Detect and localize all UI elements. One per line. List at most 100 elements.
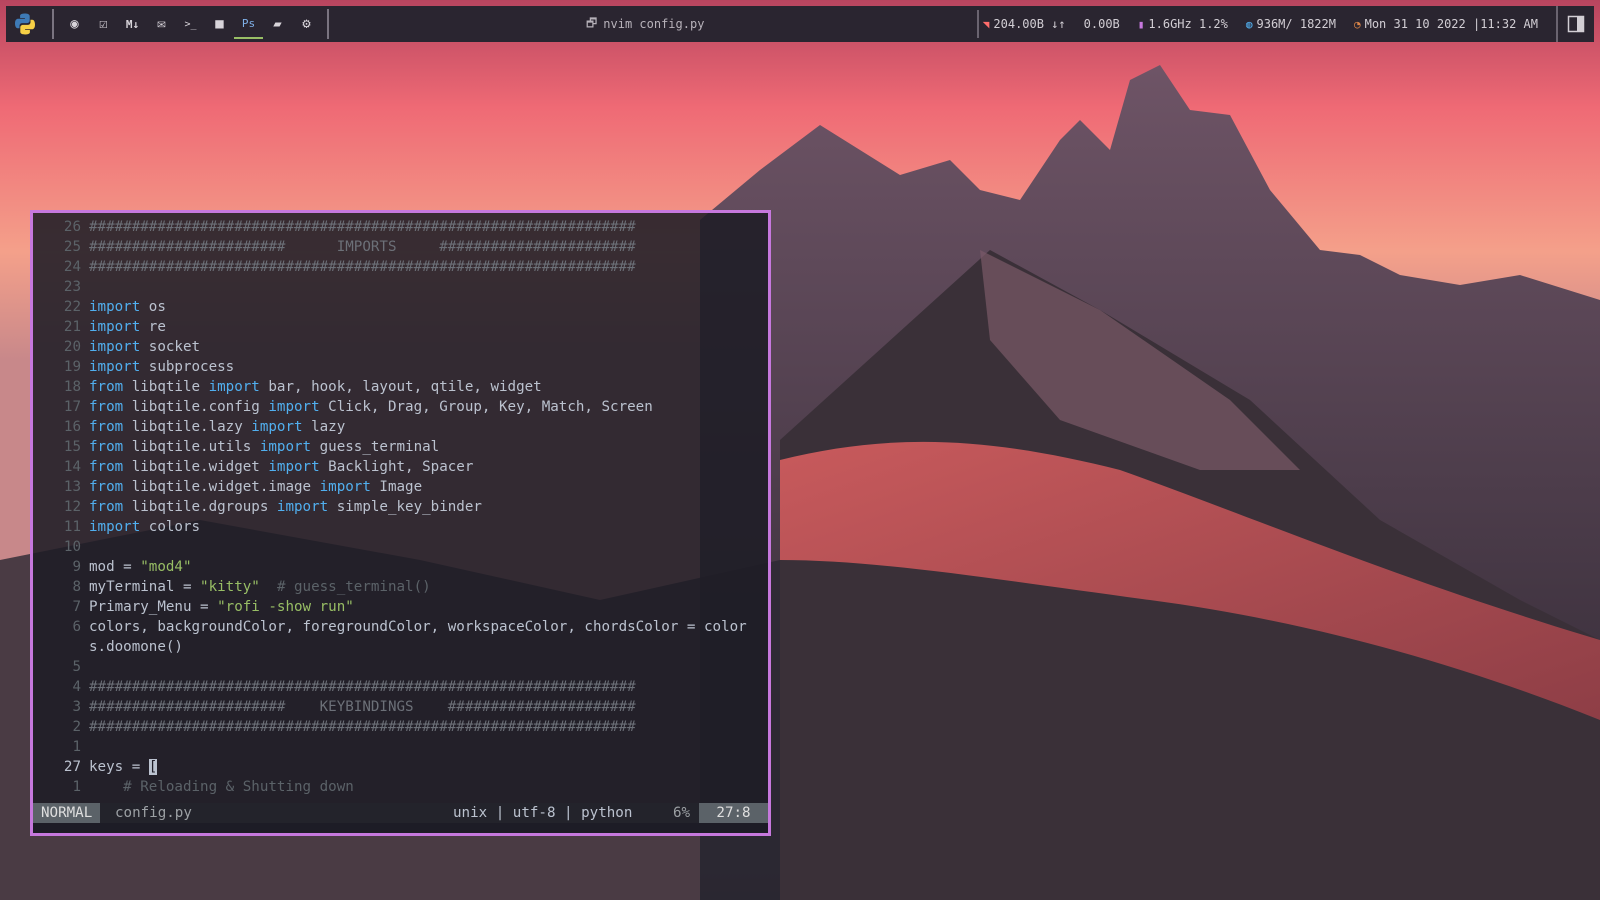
code-line[interactable]: 24 ######################################… — [33, 257, 768, 277]
bar-separator — [327, 9, 329, 39]
code-token: os — [140, 299, 166, 315]
code-line[interactable]: 22 import os — [33, 297, 768, 317]
code-line[interactable]: 2 #######################################… — [33, 717, 768, 737]
code-token: libqtile.config — [123, 399, 269, 415]
code-line[interactable]: 16 from libqtile.lazy import lazy — [33, 417, 768, 437]
code-token: from — [89, 459, 124, 475]
code-line[interactable]: 1 # Reloading & Shutting down — [33, 777, 768, 797]
settings-icon[interactable]: ⚙ — [292, 9, 321, 39]
code-line[interactable]: 25 ####################### IMPORTS ######… — [33, 237, 768, 257]
code-token: ########################################… — [89, 219, 636, 235]
code-line[interactable]: 3 ####################### KEYBINDINGS ###… — [33, 697, 768, 717]
code-token: libqtile.dgroups — [123, 499, 277, 515]
line-number: 9 — [72, 559, 81, 575]
terminal-icon[interactable]: >_ — [176, 9, 205, 39]
code-line[interactable]: 1 — [33, 737, 768, 757]
editor-buffer[interactable]: 26 ######################################… — [33, 217, 768, 797]
cursor-position: 27:8 — [699, 803, 768, 823]
line-number: 6 — [72, 619, 81, 635]
command-line[interactable] — [33, 823, 768, 833]
markdown-icon[interactable]: M↓ — [118, 9, 147, 39]
code-line[interactable]: 11 import colors — [33, 517, 768, 537]
code-line[interactable]: 20 import socket — [33, 337, 768, 357]
code-line[interactable]: 5 — [33, 657, 768, 677]
line-number: 11 — [63, 519, 81, 535]
code-token: import — [268, 459, 320, 475]
window-title[interactable]: 🗗 nvim config.py — [586, 6, 704, 42]
mail-icon[interactable]: ✉ — [147, 9, 176, 39]
code-token: import — [251, 419, 303, 435]
line-number: 5 — [72, 659, 81, 675]
code-line[interactable]: 27 keys = [ — [33, 757, 768, 777]
code-token: Primary_Menu = — [89, 599, 218, 615]
code-token: import — [89, 319, 141, 335]
code-line[interactable]: 23 — [33, 277, 768, 297]
python-logo-icon[interactable] — [10, 9, 40, 39]
photoshop-icon[interactable]: Ps — [234, 9, 263, 39]
line-number: 24 — [63, 259, 81, 275]
folder-icon[interactable]: ▰ — [263, 9, 292, 39]
code-token: keys = — [89, 759, 149, 775]
wifi-icon: ◥ — [982, 17, 990, 31]
code-token: "mod4" — [140, 559, 192, 575]
code-token: lazy — [302, 419, 346, 435]
code-line[interactable]: 9 mod = "mod4" — [33, 557, 768, 577]
line-number: 19 — [63, 359, 81, 375]
code-token: ####################### KEYBINDINGS ####… — [89, 699, 636, 715]
code-line[interactable]: 19 import subprocess — [33, 357, 768, 377]
line-number: 7 — [72, 599, 81, 615]
code-line[interactable]: s.doomone() — [33, 637, 768, 657]
code-token: colors — [140, 519, 201, 535]
code-token: libqtile.widget.image — [123, 479, 320, 495]
line-number: 13 — [63, 479, 81, 495]
code-line[interactable]: 21 import re — [33, 317, 768, 337]
line-number: 26 — [63, 219, 81, 235]
code-line[interactable]: 14 from libqtile.widget import Backlight,… — [33, 457, 768, 477]
terminal-window[interactable]: 26 ######################################… — [30, 210, 771, 836]
code-line[interactable]: 15 from libqtile.utils import guess_termi… — [33, 437, 768, 457]
code-line[interactable]: 6 colors, backgroundColor, foregroundColo… — [33, 617, 768, 637]
code-line[interactable]: 17 from libqtile.config import Click, Dra… — [33, 397, 768, 417]
launcher-group: ◉ ☑ M↓ ✉ >_ ■ Ps ▰ ⚙ — [6, 6, 335, 42]
line-number: 27 — [63, 759, 81, 775]
code-token: # Reloading & Shutting down — [123, 779, 354, 795]
tasks-icon[interactable]: ☑ — [89, 9, 118, 39]
code-token: libqtile.widget — [123, 459, 269, 475]
line-number: 10 — [63, 539, 81, 555]
code-token: import — [276, 499, 329, 515]
bar-separator — [52, 9, 54, 39]
firefox-icon[interactable]: ◉ — [60, 9, 89, 39]
code-line[interactable]: 13 from libqtile.widget.image import Imag… — [33, 477, 768, 497]
code-token: ########################################… — [89, 679, 636, 695]
code-line[interactable]: 10 — [33, 537, 768, 557]
cpu-icon: ▮ — [1137, 17, 1145, 31]
line-number: 21 — [63, 319, 81, 335]
code-token: re — [140, 319, 166, 335]
code-line[interactable]: 7 Primary_Menu = "rofi -show run" — [33, 597, 768, 617]
line-number: 8 — [72, 579, 81, 595]
line-number: 2 — [72, 719, 81, 735]
code-line[interactable]: 26 ######################################… — [33, 217, 768, 237]
clock-widget[interactable]: ◔ Mon 31 10 2022 |11:32 AM — [1354, 17, 1538, 31]
code-token: import — [89, 339, 141, 355]
code-token: ########################################… — [89, 259, 636, 275]
code-token: import — [268, 399, 320, 415]
code-token: subprocess — [140, 359, 235, 375]
line-number: 22 — [63, 299, 81, 315]
code-token: from — [89, 419, 124, 435]
code-token: from — [89, 439, 124, 455]
video-icon[interactable]: ■ — [205, 9, 234, 39]
mode-indicator: NORMAL — [33, 803, 101, 823]
line-number: 3 — [72, 699, 81, 715]
code-line[interactable]: 8 myTerminal = "kitty" # guess_terminal() — [33, 577, 768, 597]
code-token: import — [319, 479, 371, 495]
code-token: s.doomone() — [89, 639, 183, 655]
code-line[interactable]: 12 from libqtile.dgroups import simple_ke… — [33, 497, 768, 517]
code-line[interactable]: 4 #######################################… — [33, 677, 768, 697]
layout-toggle-icon[interactable] — [1556, 6, 1594, 42]
code-line[interactable]: 18 from libqtile import bar, hook, layout… — [33, 377, 768, 397]
net-up-widget: 0.00B — [1084, 17, 1120, 31]
line-number: 14 — [63, 459, 81, 475]
code-token: from — [89, 379, 124, 395]
